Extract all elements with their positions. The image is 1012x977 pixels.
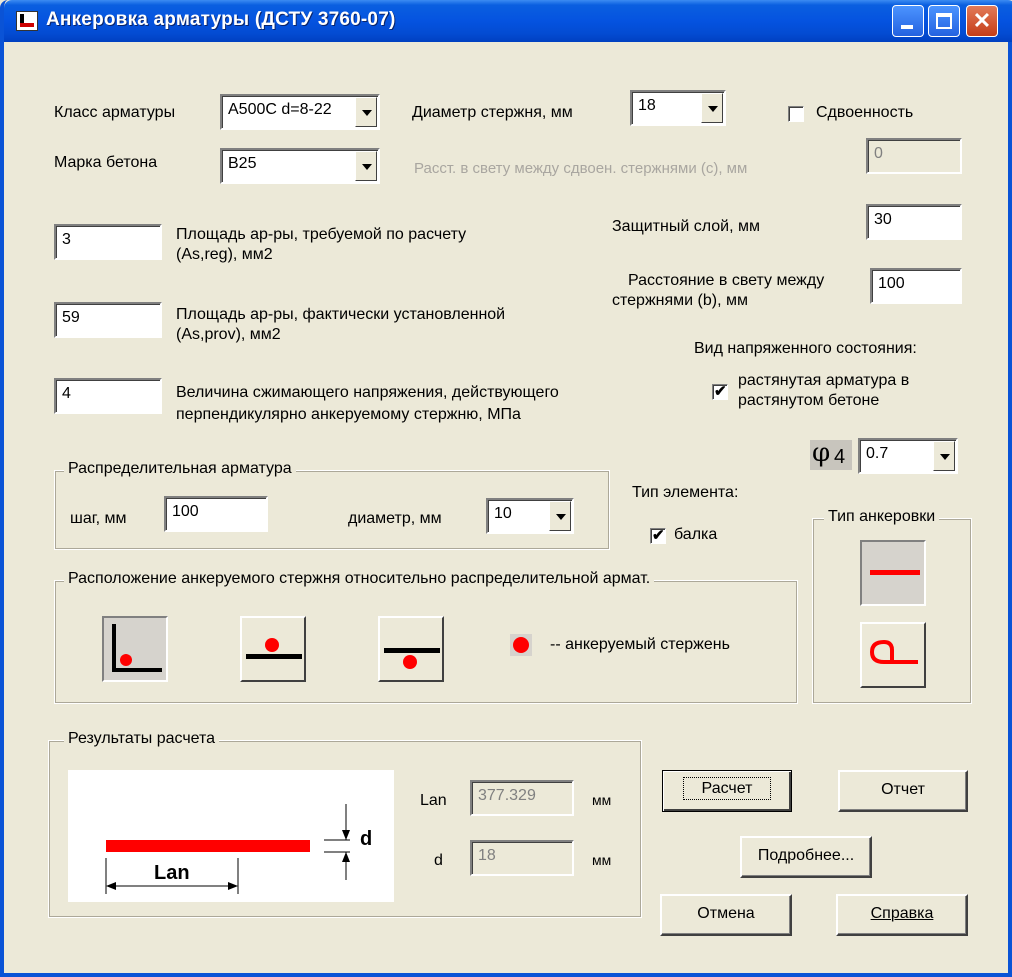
step-field[interactable]: 100	[164, 496, 268, 532]
paired-label: Сдвоенность	[816, 104, 914, 121]
above-bar-icon	[246, 638, 302, 659]
cover-field[interactable]: 30	[866, 204, 962, 240]
dialog-window: Анкеровка арматуры (ДСТУ 3760-07) ✕ Клас…	[0, 0, 1012, 977]
diagram-lan-label: Lan	[154, 862, 190, 884]
beam-label: балка	[674, 526, 718, 543]
stress-state-label: Вид напряженного состояния:	[694, 340, 917, 357]
lan-label: Lan	[420, 792, 447, 809]
help-button[interactable]: Справка	[836, 894, 968, 936]
straight-bar-icon	[870, 570, 920, 575]
diagram-d-label: d	[360, 828, 373, 850]
above-position-button[interactable]	[240, 616, 306, 682]
d-unit: мм	[592, 852, 612, 868]
results-legend: Результаты расчета	[64, 730, 220, 748]
title-bar[interactable]: Анкеровка арматуры (ДСТУ 3760-07) ✕	[4, 0, 1012, 42]
as-prov-label-1: Площадь ар-ры, фактически установленной	[176, 306, 506, 323]
d-label: d	[434, 852, 443, 869]
distribution-legend: Распределительная арматура	[64, 460, 296, 478]
as-req-field[interactable]: 3	[54, 224, 162, 260]
maximize-button[interactable]	[928, 5, 960, 37]
rebar-class-label: Класс арматуры	[54, 104, 176, 121]
pair-spacing-label: Расст. в свету между сдвоен. стержнями (…	[414, 160, 748, 177]
as-req-label-2: (As,reg), мм2	[176, 246, 273, 263]
chevron-down-icon[interactable]	[355, 151, 377, 181]
chevron-down-icon[interactable]	[933, 441, 955, 471]
anchored-bar-legend: -- анкеруемый стержень	[550, 636, 730, 653]
more-button[interactable]: Подробнее...	[740, 836, 872, 878]
paired-checkbox[interactable]	[788, 106, 804, 122]
lan-unit: мм	[592, 792, 612, 808]
calc-button[interactable]: Расчет	[662, 770, 792, 812]
close-icon: ✕	[972, 8, 992, 33]
anchor-type-legend: Тип анкеровки	[824, 508, 940, 526]
cover-label: Защитный слой, мм	[612, 218, 760, 235]
maximize-icon	[936, 13, 952, 29]
diameter-label: Диаметр стержня, мм	[412, 104, 573, 121]
cancel-button[interactable]: Отмена	[660, 894, 792, 936]
corner-bar-icon	[112, 624, 162, 672]
step-label: шаг, мм	[70, 510, 127, 527]
window-title: Анкеровка арматуры (ДСТУ 3760-07)	[46, 9, 396, 30]
beam-checkbox[interactable]	[650, 526, 666, 544]
calc-button-label: Расчет	[682, 777, 772, 800]
phi4-subscript: 4	[834, 446, 846, 468]
hook-bar-icon	[869, 639, 918, 664]
anchored-bar-icon	[510, 634, 532, 656]
concrete-label: Марка бетона	[54, 154, 158, 171]
stress-state-checkbox[interactable]	[712, 382, 728, 400]
results-diagram: Lan d	[68, 770, 394, 902]
stress-state-option-1: растянутая арматура в	[738, 372, 910, 389]
clear-spacing-label-2: стержнями (b), мм	[612, 292, 748, 309]
report-button[interactable]: Отчет	[838, 770, 968, 812]
hook-anchor-button[interactable]	[860, 622, 926, 688]
phi4-select[interactable]: 0.7	[858, 438, 958, 474]
corner-position-button[interactable]	[102, 616, 168, 682]
below-position-button[interactable]	[378, 616, 444, 682]
minimize-button[interactable]	[892, 5, 924, 37]
pair-spacing-field[interactable]: 0	[866, 138, 962, 174]
element-type-label: Тип элемента:	[632, 484, 739, 501]
stress-state-option-2: растянутом бетоне	[738, 392, 880, 409]
concrete-select[interactable]: B25	[220, 148, 380, 184]
chevron-down-icon[interactable]	[549, 501, 571, 531]
below-bar-icon	[384, 648, 440, 669]
chevron-down-icon[interactable]	[701, 93, 723, 123]
minimize-icon	[901, 25, 913, 29]
straight-anchor-button[interactable]	[860, 540, 926, 606]
stress-label-2: перпендикулярно анкеруемому стержню, МПа	[176, 406, 521, 423]
stress-label-1: Величина сжимающего напряжения, действую…	[176, 384, 559, 401]
d-result-field: 18	[470, 840, 574, 876]
concrete-value: B25	[228, 155, 257, 172]
clear-spacing-label-1: Расстояние в свету между	[628, 272, 825, 289]
position-legend: Расположение анкеруемого стержня относит…	[64, 570, 655, 588]
phi4-value: 0.7	[866, 445, 889, 462]
lan-result-field: 377.329	[470, 780, 574, 816]
diameter-select[interactable]: 18	[630, 90, 726, 126]
app-icon[interactable]	[16, 11, 38, 31]
rebar-class-value: A500C d=8-22	[228, 101, 332, 118]
diameter-value: 18	[638, 97, 656, 114]
distribution-diam-select[interactable]: 10	[486, 498, 574, 534]
as-prov-field[interactable]: 59	[54, 302, 162, 338]
distribution-diam-value: 10	[494, 505, 512, 522]
bar-line	[106, 840, 310, 852]
as-prov-label-2: (As,prov), мм2	[176, 326, 281, 343]
phi4-symbol: φ	[812, 438, 831, 468]
distribution-diam-label: диаметр, мм	[348, 510, 442, 527]
phi4-icon: φ 4	[810, 438, 852, 470]
stress-field[interactable]: 4	[54, 378, 162, 414]
close-button[interactable]: ✕	[966, 5, 998, 37]
rebar-class-select[interactable]: A500C d=8-22	[220, 94, 380, 130]
chevron-down-icon[interactable]	[355, 97, 377, 127]
clear-spacing-field[interactable]: 100	[870, 268, 962, 304]
as-req-label-1: Площадь ар-ры, требуемой по расчету	[176, 226, 467, 243]
